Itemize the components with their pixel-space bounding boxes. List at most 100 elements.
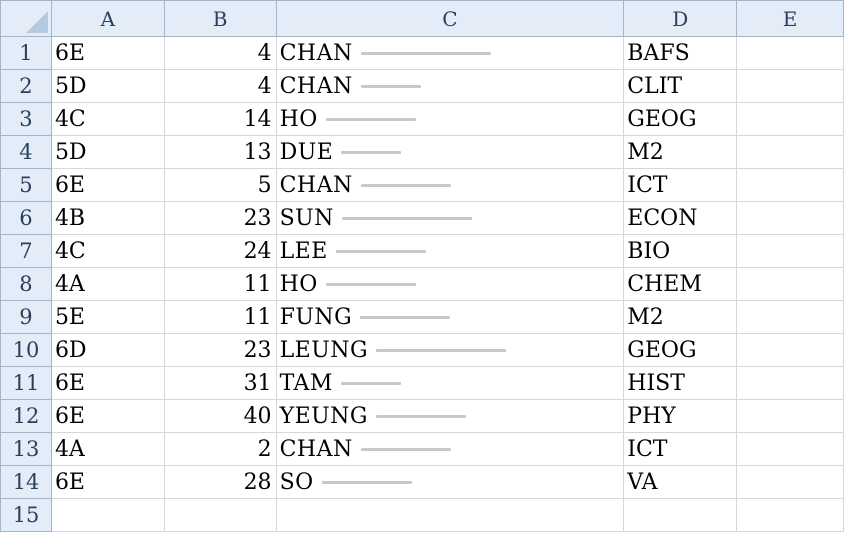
cell-name[interactable]: FUNG — [275, 300, 625, 334]
select-all-corner[interactable] — [0, 0, 52, 37]
row-header[interactable]: 11 — [0, 366, 52, 400]
cell-number[interactable]: 4 — [163, 69, 277, 103]
column-header-c[interactable]: C — [275, 0, 625, 37]
cell-name[interactable]: TAM — [275, 366, 625, 400]
cell-number[interactable]: 28 — [163, 465, 277, 499]
cell-empty[interactable] — [736, 498, 844, 532]
cell-class[interactable]: 4B — [50, 201, 165, 235]
cell-class[interactable]: 4A — [50, 267, 165, 301]
table-row: 2 5D 4 CHAN CLIT — [0, 69, 844, 103]
row-header[interactable]: 1 — [0, 36, 52, 70]
cell-number[interactable]: 11 — [163, 267, 277, 301]
table-row: 4 5D 13 DUE M2 — [0, 135, 844, 169]
cell-subject[interactable]: PHY — [623, 399, 738, 433]
name-text: YEUNG — [279, 403, 369, 429]
cell-number[interactable]: 11 — [163, 300, 277, 334]
cell-number[interactable]: 4 — [163, 36, 277, 70]
cell-class[interactable]: 6E — [50, 399, 165, 433]
row-header[interactable]: 7 — [0, 234, 52, 268]
row-header[interactable]: 6 — [0, 201, 52, 235]
cell-class[interactable]: 6E — [50, 36, 165, 70]
cell-empty[interactable] — [736, 102, 844, 136]
cell-empty[interactable] — [736, 465, 844, 499]
cell-class[interactable]: 6E — [50, 366, 165, 400]
cell-name[interactable]: HO — [275, 267, 625, 301]
cell-name[interactable]: SUN — [275, 201, 625, 235]
row-header[interactable]: 13 — [0, 432, 52, 466]
cell-name[interactable]: YEUNG — [275, 399, 625, 433]
cell-subject[interactable]: HIST — [623, 366, 738, 400]
cell-class[interactable]: 6E — [50, 168, 165, 202]
row-header[interactable]: 8 — [0, 267, 52, 301]
cell-number[interactable]: 14 — [163, 102, 277, 136]
cell-subject[interactable]: ECON — [623, 201, 738, 235]
cell-class[interactable]: 5D — [50, 135, 165, 169]
cell-subject[interactable]: CHEM — [623, 267, 738, 301]
row-header[interactable]: 9 — [0, 300, 52, 334]
row-header[interactable]: 10 — [0, 333, 52, 367]
cell-name[interactable]: DUE — [275, 135, 625, 169]
cell-class[interactable]: 6E — [50, 465, 165, 499]
row-header[interactable]: 4 — [0, 135, 52, 169]
cell-subject[interactable]: M2 — [623, 135, 738, 169]
row-header[interactable]: 14 — [0, 465, 52, 499]
cell-subject[interactable]: ICT — [623, 168, 738, 202]
cell-number[interactable]: 5 — [163, 168, 277, 202]
cell-empty[interactable] — [736, 201, 844, 235]
cell-name[interactable]: HO — [275, 102, 625, 136]
cell-number[interactable]: 31 — [163, 366, 277, 400]
row-header[interactable]: 12 — [0, 399, 52, 433]
row-header[interactable]: 5 — [0, 168, 52, 202]
cell-name[interactable]: CHAN — [275, 168, 625, 202]
cell-empty[interactable] — [736, 135, 844, 169]
cell-name[interactable]: LEE — [275, 234, 625, 268]
cell-class[interactable]: 4C — [50, 102, 165, 136]
cell-class[interactable]: 4C — [50, 234, 165, 268]
column-header-d[interactable]: D — [623, 0, 738, 37]
cell-name[interactable]: LEUNG — [275, 333, 625, 367]
cell-empty[interactable] — [736, 432, 844, 466]
cell-subject[interactable] — [623, 498, 738, 532]
cell-empty[interactable] — [736, 234, 844, 268]
cell-subject[interactable]: BAFS — [623, 36, 738, 70]
cell-number[interactable]: 2 — [163, 432, 277, 466]
cell-class[interactable]: 6D — [50, 333, 165, 367]
cell-empty[interactable] — [736, 36, 844, 70]
cell-empty[interactable] — [736, 399, 844, 433]
cell-name[interactable]: CHAN — [275, 36, 625, 70]
cell-name[interactable] — [275, 498, 625, 532]
cell-number[interactable]: 40 — [163, 399, 277, 433]
cell-class[interactable]: 5E — [50, 300, 165, 334]
cell-class[interactable] — [50, 498, 165, 532]
cell-number[interactable]: 23 — [163, 201, 277, 235]
cell-number[interactable]: 24 — [163, 234, 277, 268]
cell-empty[interactable] — [736, 366, 844, 400]
cell-class[interactable]: 5D — [50, 69, 165, 103]
column-header-a[interactable]: A — [50, 0, 165, 37]
cell-class[interactable]: 4A — [50, 432, 165, 466]
row-header[interactable]: 3 — [0, 102, 52, 136]
cell-number[interactable]: 13 — [163, 135, 277, 169]
cell-subject[interactable]: VA — [623, 465, 738, 499]
cell-empty[interactable] — [736, 333, 844, 367]
cell-number[interactable]: 23 — [163, 333, 277, 367]
row-header[interactable]: 2 — [0, 69, 52, 103]
cell-empty[interactable] — [736, 168, 844, 202]
column-header-e[interactable]: E — [736, 0, 844, 37]
cell-name[interactable]: CHAN — [275, 432, 625, 466]
name-text: SO — [279, 469, 314, 495]
row-header[interactable]: 15 — [0, 498, 52, 532]
cell-subject[interactable]: CLIT — [623, 69, 738, 103]
cell-subject[interactable]: ICT — [623, 432, 738, 466]
cell-name[interactable]: SO — [275, 465, 625, 499]
cell-empty[interactable] — [736, 300, 844, 334]
cell-empty[interactable] — [736, 69, 844, 103]
cell-name[interactable]: CHAN — [275, 69, 625, 103]
cell-empty[interactable] — [736, 267, 844, 301]
column-header-b[interactable]: B — [163, 0, 277, 37]
cell-subject[interactable]: GEOG — [623, 333, 738, 367]
cell-subject[interactable]: GEOG — [623, 102, 738, 136]
cell-subject[interactable]: BIO — [623, 234, 738, 268]
cell-subject[interactable]: M2 — [623, 300, 738, 334]
cell-number[interactable] — [163, 498, 277, 532]
